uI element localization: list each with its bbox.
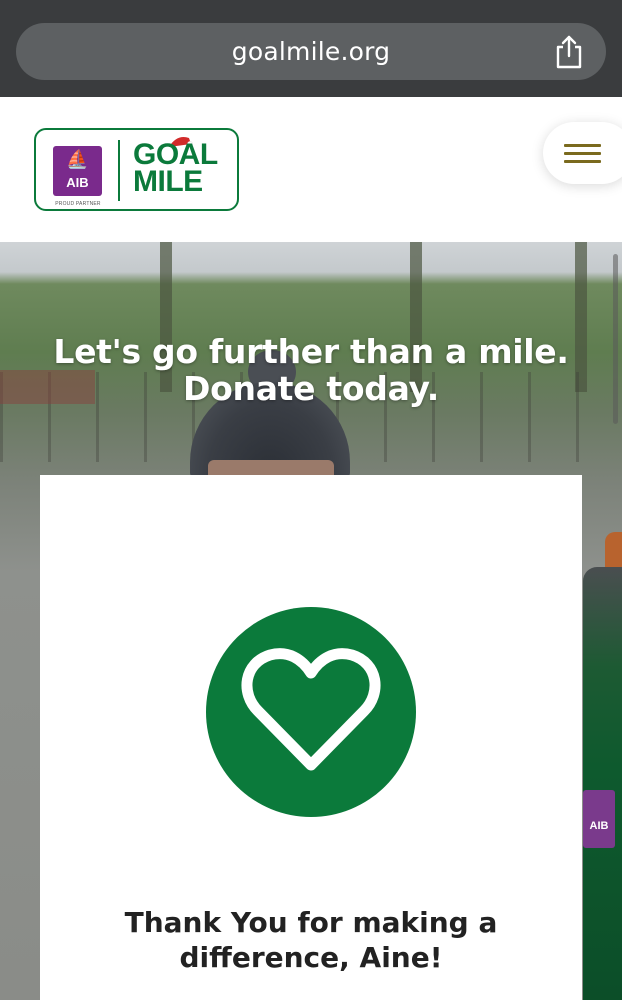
wordmark-line-goal: GOAL: [133, 138, 218, 171]
thank-you-line-1: Thank You for making a: [124, 906, 498, 939]
logo-divider: [118, 140, 120, 201]
hero-heading-line-1: Let's go further than a mile.: [53, 332, 569, 371]
aib-ark-icon: ⛵: [66, 149, 89, 170]
heart-badge: [206, 607, 416, 817]
menu-button[interactable]: [543, 122, 622, 184]
heart-icon: [241, 648, 381, 771]
browser-toolbar: goalmile.org: [0, 0, 622, 97]
url-text[interactable]: goalmile.org: [16, 23, 606, 80]
thank-you-line-2: difference, Aine!: [179, 941, 443, 974]
aib-logo-text: AIB: [66, 175, 89, 190]
hamburger-menu-icon: [564, 144, 601, 168]
player-jersey: [583, 567, 622, 1000]
proud-partner-text: PROUD PARTNER: [55, 201, 101, 207]
wordmark-line-mile: MILE: [133, 165, 203, 198]
hero-heading-line-2: Donate today.: [183, 369, 439, 408]
goal-mile-wordmark: GOAL MILE: [133, 138, 218, 198]
goal-mile-logo[interactable]: ⛵ AIB PROUD PARTNER GOAL MILE: [34, 128, 239, 211]
aib-logo: ⛵ AIB: [53, 146, 102, 196]
jersey-sponsor-text: AIB: [589, 820, 609, 832]
thank-you-card: Thank You for making a difference, Aine!: [40, 475, 582, 1000]
share-icon[interactable]: [554, 35, 584, 69]
address-bar[interactable]: goalmile.org: [16, 23, 606, 80]
jersey-sponsor-badge: [583, 790, 615, 848]
thank-you-message: Thank You for making a difference, Aine!: [40, 905, 582, 975]
site-header: ⛵ AIB PROUD PARTNER GOAL MILE: [0, 97, 622, 242]
hero-heading: Let's go further than a mile. Donate tod…: [0, 333, 622, 407]
